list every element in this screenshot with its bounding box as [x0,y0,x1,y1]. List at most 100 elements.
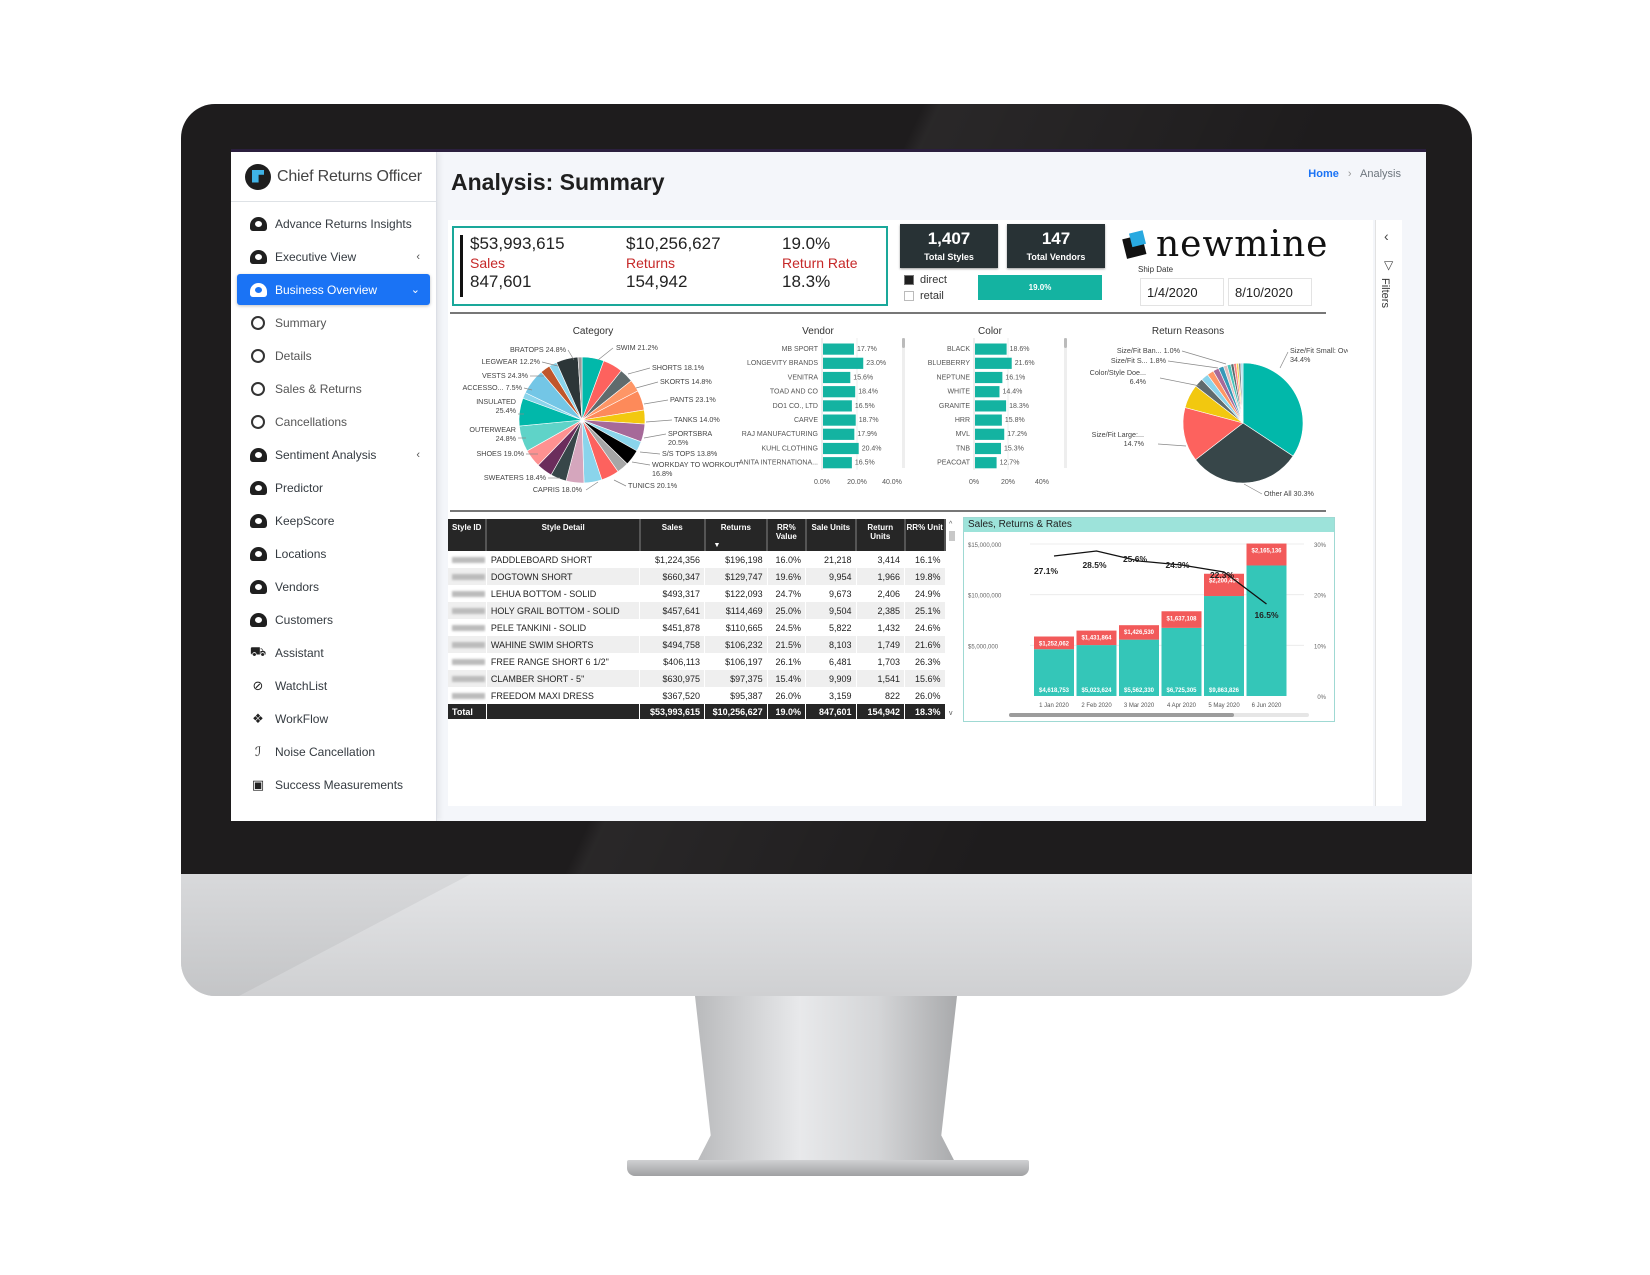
bar[interactable] [975,457,997,469]
breadcrumb-home-link[interactable]: Home [1308,168,1339,180]
chart-scrollbar[interactable] [902,338,905,468]
table-total-row[interactable]: Total $53,993,615 $10,256,627 19.0% 847,601 1… [448,704,946,719]
bar[interactable] [823,442,859,455]
dashboard-gauge-icon [249,579,267,594]
sidebar-item-locations[interactable]: Locations [237,538,430,569]
bar[interactable] [975,428,1005,440]
bar[interactable] [823,457,852,469]
bar[interactable] [823,343,854,355]
filters-label[interactable]: Filters [1379,278,1391,308]
category-pie-chart[interactable]: SWIM 21.2% SHORTS 18.1% SKORTS 14.8% PANTS … [448,338,748,498]
sidebar-item-success-measurements[interactable]: ▣ Success Measurements [237,769,430,800]
table-row[interactable]: PELE TANKINI - SOLID $451,878 $110,665 24.5… [448,619,946,636]
y2-tick-label: 10% [1314,644,1327,650]
column-header-return-units[interactable]: Return Units [856,519,906,551]
column-header-rr-value[interactable]: RR% Value [767,519,807,551]
sidebar-item-watchlist[interactable]: ⊘ WatchList [237,670,430,701]
kpi-sales-label: Sales [470,255,506,271]
sales-bar[interactable] [1161,627,1202,696]
table-cell: 24.9% [904,585,946,602]
sidebar-item-vendors[interactable]: Vendors [237,571,430,602]
sidebar-item-business-overview[interactable]: Business Overview ⌄ [237,274,430,305]
combo-chart-plot[interactable]: $5,000,000 $10,000,000 $15,000,000 0% 10% 20%… [964,532,1334,721]
bar-category-label: MVL [956,431,971,438]
table-cell: CLAMBER SHORT - 5" [486,670,641,687]
sidebar-item-assistant[interactable]: ⛟ Assistant [237,637,430,668]
table-row[interactable]: HOLY GRAIL BOTTOM - SOLID $457,641 $114,46… [448,602,946,619]
color-bar-chart[interactable]: BLACK 18.6% BLUEBERRY 21.6% NEPTUNE 16.1% WHIT… [908,338,1068,502]
sidebar-item-workflow[interactable]: ❖ WorkFlow [237,703,430,734]
bar[interactable] [823,428,855,440]
bar[interactable] [823,357,864,369]
table-row[interactable]: LEHUA BOTTOM - SOLID $493,317 $122,093 24.7… [448,585,946,602]
ship-date-start-input[interactable]: 1/4/2020 [1140,278,1224,306]
channel-rate-bar[interactable]: 19.0% [978,275,1102,300]
bar[interactable] [823,414,856,426]
bar[interactable] [975,400,1007,412]
bar-value-label: 18.7% [859,417,879,424]
legend-retail[interactable]: retail [904,290,944,302]
style-id-cell-redacted [448,568,487,585]
bar-value-label: 15.8% [1005,417,1025,424]
table-row[interactable]: WAHINE SWIM SHORTS $494,758 $106,232 21.5% 8… [448,636,946,653]
brand[interactable]: Chief Returns Officer [231,152,436,202]
sidebar-item-sales-returns[interactable]: Sales & Returns [237,373,430,404]
bar-category-label: RAJ MANUFACTURING [742,431,818,438]
column-header-sale-units[interactable]: Sale Units [805,519,858,551]
vendor-chart-title: Vendor [802,326,834,337]
sidebar-item-sentiment-analysis[interactable]: Sentiment Analysis ‹ [237,439,430,470]
sidebar-item-cancellations[interactable]: Cancellations [237,406,430,437]
collapse-filters-icon[interactable]: ‹ [1384,228,1389,244]
column-header-style-detail[interactable]: Style Detail [486,519,641,551]
chevron-left-icon[interactable]: ‹ [416,449,420,461]
column-header-rr-unit[interactable]: RR% Unit [904,519,947,551]
column-header-sales[interactable]: Sales [639,519,706,551]
table-scrollbar[interactable]: ^ v [948,519,956,719]
table-row[interactable]: FREE RANGE SHORT 6 1/2" $406,113 $106,197 2… [448,653,946,670]
sales-bar[interactable] [1246,565,1287,696]
bar-value-label: 21.6% [1015,360,1035,367]
bar[interactable] [975,343,1007,355]
table-row[interactable]: FREEDOM MAXI DRESS $367,520 $95,387 26.0% 3,… [448,687,946,704]
table-row[interactable]: PADDLEBOARD SHORT $1,224,356 $196,198 16.0%… [448,551,946,568]
return-reasons-pie-chart[interactable]: Size/Fit Ban... 1.0%Size/Fit S... 1.8% Co… [1068,338,1348,498]
bar[interactable] [975,442,1002,455]
sidebar-item-predictor[interactable]: Predictor [237,472,430,503]
sidebar-item-details[interactable]: Details [237,340,430,371]
bar[interactable] [823,400,852,412]
bar[interactable] [975,357,1012,369]
table-cell: $10,256,627 [704,704,768,719]
filters-pane[interactable]: ‹ ▽ Filters [1375,220,1402,806]
kpi-rate-units: 18.3% [782,272,831,291]
chart-scrollbar-thumb[interactable] [1064,338,1067,348]
bar[interactable] [975,386,1000,398]
column-header-returns[interactable]: Returns ▼ [704,519,769,551]
vendor-bar-chart[interactable]: MB SPORT 17.7% LONGEVITY BRANDS 23.0% VENITR… [734,338,906,502]
bar[interactable] [823,386,856,398]
chevron-left-icon[interactable]: ‹ [416,251,420,263]
sales-bar[interactable] [1204,596,1244,696]
pie-data-label: TANKS 14.0% [674,415,720,424]
ship-date-end-input[interactable]: 8/10/2020 [1228,278,1312,306]
sidebar-item-keepscore[interactable]: KeepScore [237,505,430,536]
column-header-style-id[interactable]: Style ID [448,519,488,551]
chart-h-scrollbar-thumb[interactable] [1009,713,1234,717]
sidebar-item-executive-view[interactable]: Executive View ‹ [237,241,430,272]
table-row[interactable]: CLAMBER SHORT - 5" $630,975 $97,375 15.4% 9,… [448,670,946,687]
leader-line [1159,377,1201,387]
sidebar-item-summary[interactable]: Summary [237,307,430,338]
table-cell: $451,878 [639,619,706,636]
chevron-down-icon[interactable]: ⌄ [411,283,420,296]
table-row[interactable]: DOGTOWN SHORT $660,347 $129,747 19.6% 9,954 1… [448,568,946,585]
chart-scrollbar-thumb[interactable] [902,338,905,348]
bar[interactable] [823,371,851,384]
sidebar-item-customers[interactable]: Customers [237,604,430,635]
bar[interactable] [975,414,1002,426]
legend-direct[interactable]: direct [904,274,947,286]
table-cell: 847,601 [805,704,857,719]
style-id-cell-redacted [448,687,487,704]
bar[interactable] [975,371,1003,384]
sidebar-item-advance-returns-insights[interactable]: Advance Returns Insights [237,208,430,239]
chart-scrollbar[interactable] [1064,338,1067,468]
sidebar-item-noise-cancellation[interactable]: ℐ Noise Cancellation [237,736,430,767]
